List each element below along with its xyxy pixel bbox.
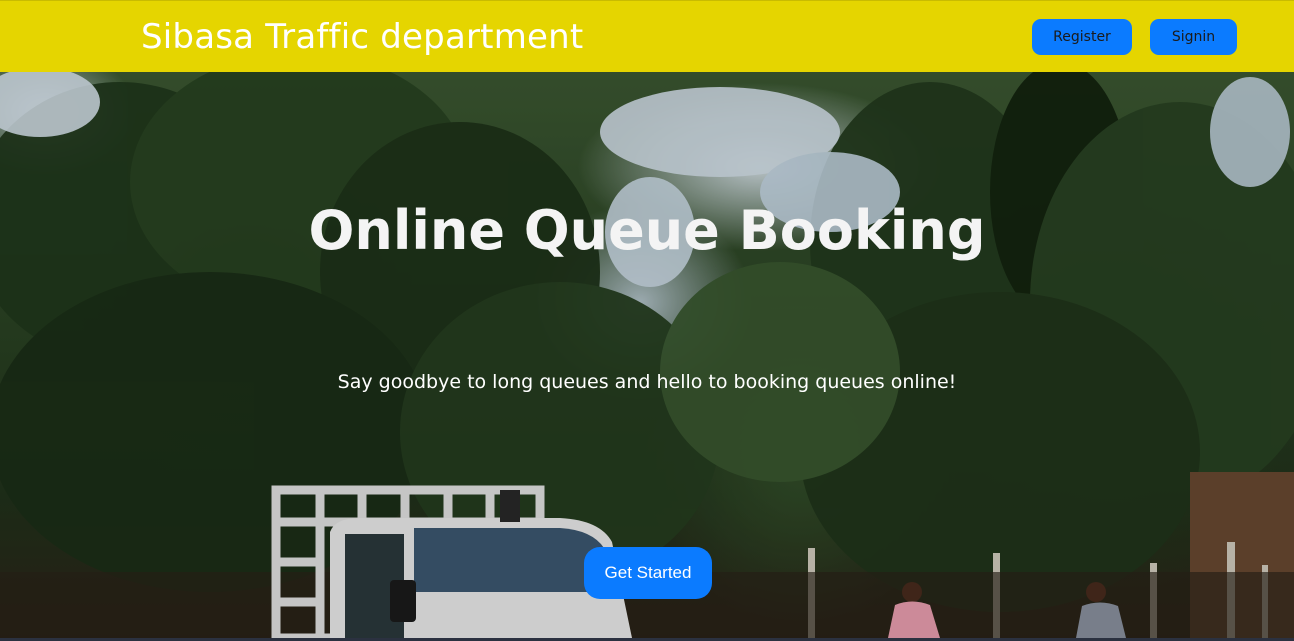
hero-subtitle: Say goodbye to long queues and hello to … — [337, 371, 957, 393]
hero-section: Online Queue Booking Say goodbye to long… — [0, 72, 1294, 638]
hero-title: Online Queue Booking — [308, 199, 986, 262]
get-started-button[interactable]: Get Started — [584, 547, 712, 599]
signin-button[interactable]: Signin — [1150, 19, 1237, 55]
register-button[interactable]: Register — [1032, 19, 1132, 55]
top-navbar: Sibasa Traffic department Register Signi… — [0, 0, 1294, 72]
brand-title[interactable]: Sibasa Traffic department — [141, 15, 583, 59]
